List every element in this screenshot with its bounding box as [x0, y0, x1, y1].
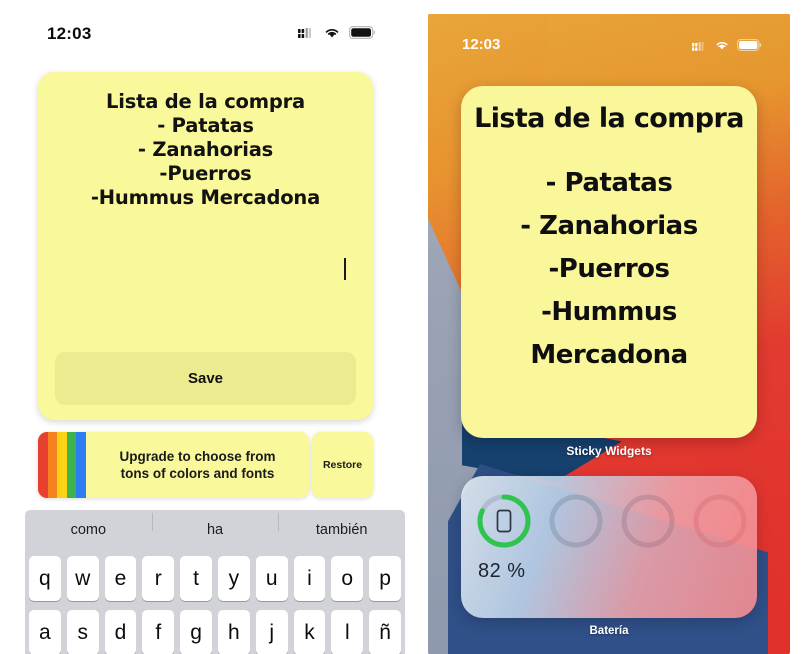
key-l[interactable]: l — [331, 610, 364, 654]
text-caret — [344, 258, 346, 280]
key-f[interactable]: f — [142, 610, 175, 654]
key-w[interactable]: w — [66, 556, 99, 601]
upgrade-banner[interactable]: Upgrade to choose from tons of colors an… — [38, 432, 309, 498]
restore-button[interactable]: Restore — [312, 432, 373, 498]
key-r[interactable]: r — [142, 556, 175, 601]
save-button[interactable]: Save — [55, 352, 356, 405]
cellular-signal-icon — [298, 27, 315, 38]
key-e[interactable]: e — [104, 556, 137, 601]
battery-icon — [349, 26, 376, 39]
battery-ring-empty-2 — [619, 492, 677, 550]
key-a[interactable]: a — [29, 610, 61, 654]
note-card[interactable]: Lista de la compra - Patatas - Zanahoria… — [38, 72, 373, 420]
home-status-bar-time: 12:03 — [462, 36, 501, 53]
sticky-widget-caption: Sticky Widgets — [566, 444, 652, 458]
battery-percent-label: 82 % — [478, 560, 526, 582]
key-g[interactable]: g — [180, 610, 212, 654]
wifi-icon — [324, 27, 340, 39]
key-j[interactable]: j — [255, 610, 288, 654]
battery-ring-empty-1 — [547, 492, 605, 550]
screenshot-root: 12:03 Lista de la compra - Patatas - Zan… — [0, 0, 806, 654]
key-q[interactable]: q — [29, 556, 61, 601]
suggestion-2[interactable]: también — [278, 513, 405, 538]
home-status-bar-icons — [692, 38, 762, 56]
key-i[interactable]: i — [293, 556, 326, 601]
battery-icon — [737, 38, 762, 56]
home-status-bar: 12:03 — [428, 36, 790, 60]
key-p[interactable]: p — [369, 556, 401, 601]
key-d[interactable]: d — [104, 610, 137, 654]
key-t[interactable]: t — [180, 556, 212, 601]
keyboard-row-2: a s d f g h j k l ñ — [25, 610, 405, 654]
suggestion-0[interactable]: como — [25, 522, 152, 538]
key-u[interactable]: u — [255, 556, 288, 601]
sticky-widget-items: - Patatas - Zanahorias -Puerros -Hummus … — [520, 168, 698, 370]
phone-icon — [496, 509, 512, 533]
sticky-widget-title: Lista de la compra — [474, 103, 744, 134]
battery-ring-phone — [475, 492, 533, 550]
upgrade-banner-label: Upgrade to choose from tons of colors an… — [119, 449, 276, 481]
battery-widget[interactable]: 82 % — [461, 476, 757, 618]
home-screen-widgets: 12:03 Lista de la compra - Patatas - Zan… — [428, 14, 790, 654]
key-k[interactable]: k — [293, 610, 326, 654]
keyboard-suggestion-bar: como ha también — [25, 510, 405, 550]
battery-widget-caption: Batería — [589, 625, 629, 637]
sticky-note-widget[interactable]: Lista de la compra - Patatas - Zanahoria… — [461, 86, 757, 438]
key-h[interactable]: h — [217, 610, 250, 654]
status-bar-time: 12:03 — [47, 24, 92, 43]
note-editor-screen: 12:03 Lista de la compra - Patatas - Zan… — [0, 0, 410, 654]
key-s[interactable]: s — [66, 610, 99, 654]
key-o[interactable]: o — [331, 556, 364, 601]
key-enye[interactable]: ñ — [369, 610, 401, 654]
key-y[interactable]: y — [217, 556, 250, 601]
keyboard-row-1: q w e r t y u i o p — [25, 556, 405, 601]
battery-ring-empty-3 — [691, 492, 749, 550]
on-screen-keyboard: como ha también q w e r t y u i o p a s … — [25, 510, 405, 654]
rainbow-stripes-icon — [38, 432, 86, 498]
battery-rings-group — [475, 492, 749, 550]
suggestion-1[interactable]: ha — [151, 513, 279, 538]
cellular-signal-icon — [692, 38, 707, 56]
note-text-area[interactable]: Lista de la compra - Patatas - Zanahoria… — [48, 90, 363, 210]
wifi-icon — [715, 38, 729, 56]
upgrade-row: Upgrade to choose from tons of colors an… — [38, 432, 373, 498]
status-bar-icons — [298, 26, 376, 39]
editor-status-bar: 12:03 — [0, 24, 410, 52]
